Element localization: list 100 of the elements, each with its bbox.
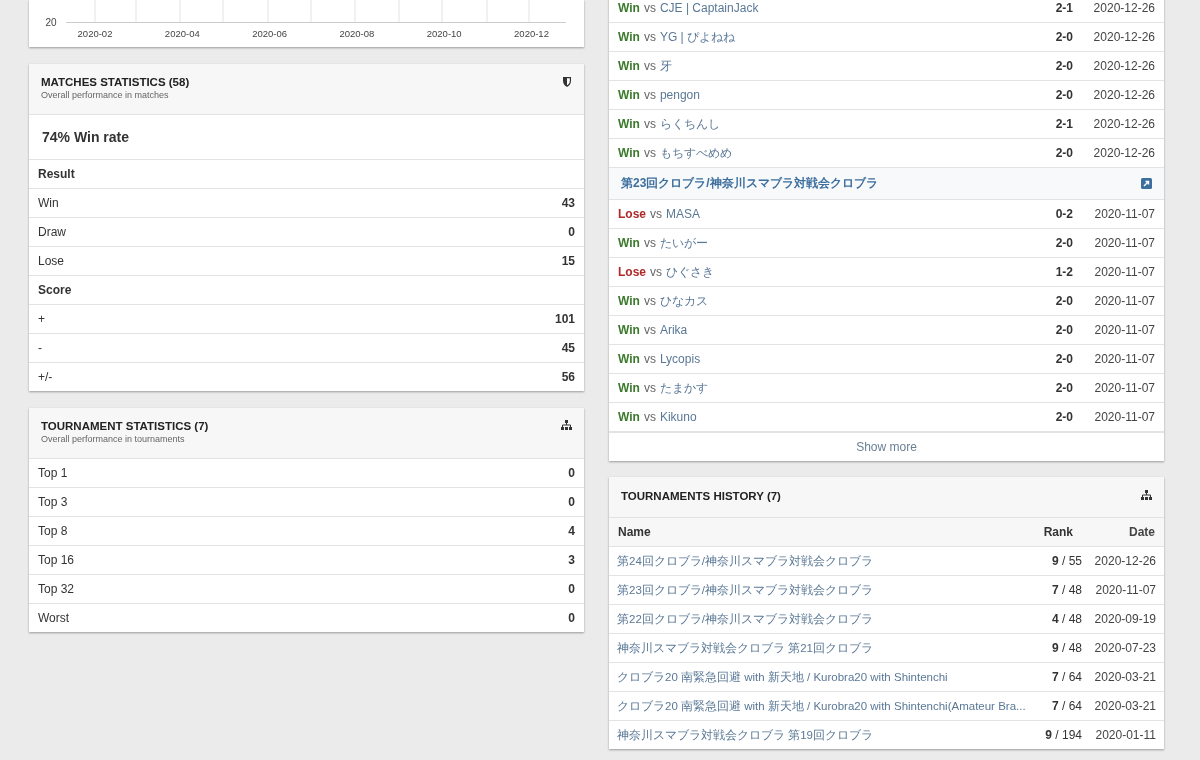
match-date: 2020-11-07	[1093, 323, 1155, 337]
match-date: 2020-11-07	[1093, 410, 1155, 424]
opponent-link[interactable]: Lycopis	[659, 352, 701, 366]
stat-value: 15	[561, 254, 575, 268]
stat-label: Worst	[38, 611, 70, 625]
match-result: Lose	[618, 207, 646, 221]
match-result: Win	[618, 323, 640, 337]
tournament-rank: 9 / 55	[1050, 554, 1082, 568]
opponent-link[interactable]: CJE | CaptainJack	[659, 1, 759, 15]
opponent-link[interactable]: たまかす	[659, 380, 708, 395]
vs-label: vs	[643, 58, 656, 73]
match-date: 2020-11-07	[1093, 381, 1155, 395]
opponent-link[interactable]: Kikuno	[659, 410, 697, 424]
axis-tick-label: 20	[45, 17, 57, 28]
match-result: Win	[618, 380, 640, 395]
match-result: Win	[618, 116, 640, 131]
opponent-link[interactable]: Arika	[659, 323, 688, 337]
match-result: Win	[618, 235, 640, 250]
match-result: Win	[618, 293, 640, 308]
match-result: Win	[618, 1, 640, 15]
tournament-link[interactable]: クロブラ20 南緊急回避 with 新天地 / Kurobra20 with Shintenchi	[617, 670, 948, 683]
opponent-link[interactable]: 牙	[659, 58, 672, 73]
bracket-icon	[561, 420, 572, 430]
match-date: 2020-12-26	[1092, 146, 1155, 160]
card-title: TOURNAMENT STATISTICS (7)	[41, 420, 209, 432]
match-score: 2-0	[1054, 88, 1073, 102]
opponent-link[interactable]: YG | ぴよねね	[659, 29, 735, 44]
stat-value: 45	[561, 341, 575, 355]
tournament-rank: 7 / 64	[1050, 670, 1082, 684]
bracket-icon	[1141, 490, 1152, 500]
opponent-link[interactable]: らくちんし	[659, 116, 720, 131]
axis-tick-label: 2020-12	[514, 28, 549, 39]
stat-label: Top 8	[38, 524, 68, 538]
match-date: 2020-11-07	[1093, 207, 1155, 221]
match-result: Win	[618, 88, 640, 102]
match-date: 2020-12-26	[1092, 88, 1155, 102]
stat-label: Lose	[38, 254, 65, 268]
stat-value: 3	[568, 553, 575, 567]
opponent-link[interactable]: もちすべめめ	[659, 145, 732, 160]
tournament-date: 2020-07-23	[1093, 641, 1156, 655]
tournament-date: 2020-01-11	[1094, 728, 1156, 742]
tournament-date: 2020-09-19	[1093, 612, 1156, 626]
tournament-rank: 9 / 194	[1044, 728, 1082, 742]
stat-label: Top 16	[38, 553, 75, 567]
tournament-rank: 7 / 48	[1050, 583, 1082, 597]
card-title: MATCHES STATISTICS (58)	[41, 76, 190, 88]
match-result: Lose	[618, 264, 646, 279]
vs-label: vs	[643, 145, 656, 160]
match-score: 2-0	[1054, 352, 1073, 366]
show-more-link[interactable]: Show more	[856, 440, 917, 454]
stat-label: Top 32	[38, 582, 75, 596]
axis-tick-label: 2020-06	[252, 28, 288, 39]
vs-label: vs	[643, 323, 656, 337]
opponent-link[interactable]: pengon	[659, 88, 700, 102]
opponent-link[interactable]: MASA	[666, 207, 701, 221]
column-header: Name	[618, 525, 651, 539]
stat-value: 0	[568, 225, 575, 239]
match-result: Win	[618, 410, 640, 424]
match-date: 2020-12-26	[1092, 59, 1155, 73]
vs-label: vs	[643, 1, 656, 15]
stat-label: +/-	[38, 370, 53, 384]
stat-value: 0	[568, 582, 575, 596]
match-date: 2020-11-07	[1093, 236, 1155, 250]
tournament-link[interactable]: 第22回クロブラ/神奈川スマブラ対戦会クロブラ	[617, 612, 873, 625]
tournament-link[interactable]: 神奈川スマブラ対戦会クロブラ 第19回クロブラ	[617, 728, 873, 741]
tournament-date: 2020-03-21	[1093, 670, 1156, 684]
match-score: 0-2	[1054, 207, 1073, 221]
match-score: 2-0	[1054, 59, 1073, 73]
match-score: 2-0	[1054, 294, 1073, 308]
stat-label: -	[38, 341, 42, 355]
vs-label: vs	[650, 207, 662, 221]
tournament-rank: 7 / 64	[1050, 699, 1082, 713]
opponent-link[interactable]: ひぐさき	[666, 264, 714, 279]
opponent-link[interactable]: ひなカス	[659, 293, 708, 308]
vs-label: vs	[643, 380, 656, 395]
stat-label: Top 1	[38, 466, 68, 480]
match-date: 2020-11-07	[1093, 265, 1155, 279]
tournament-link[interactable]: 第23回クロブラ/神奈川スマブラ対戦会クロブラ	[617, 583, 873, 596]
match-score: 1-2	[1054, 265, 1073, 279]
stat-label: Top 3	[38, 495, 68, 509]
external-link-icon[interactable]	[1141, 178, 1152, 189]
tournament-link[interactable]: 第24回クロブラ/神奈川スマブラ対戦会クロブラ	[617, 554, 873, 567]
tournament-link[interactable]: 神奈川スマブラ対戦会クロブラ 第21回クロブラ	[617, 641, 873, 654]
match-result: Win	[618, 352, 640, 366]
vs-label: vs	[643, 116, 656, 131]
match-score: 2-0	[1054, 146, 1073, 160]
stat-label: Win	[38, 196, 59, 210]
stat-value: 0	[568, 611, 575, 625]
stat-value: 56	[561, 370, 575, 384]
opponent-link[interactable]: たいがー	[659, 235, 708, 250]
stat-value: 4	[568, 524, 575, 538]
stat-label: Draw	[38, 225, 66, 239]
tournament-link[interactable]: クロブラ20 南緊急回避 with 新天地 / Kurobra20 with Shintenchi(Amateur Bra...	[617, 699, 1026, 712]
card-title: TOURNAMENTS HISTORY (7)	[621, 490, 781, 504]
tournament-rank: 9 / 48	[1050, 641, 1082, 655]
match-date: 2020-11-07	[1093, 352, 1155, 366]
column-header: Date	[1128, 525, 1155, 539]
vs-label: vs	[650, 264, 662, 279]
card-subtitle: Overall performance in tournaments	[41, 434, 186, 444]
axis-tick-label: 2020-08	[339, 28, 375, 39]
